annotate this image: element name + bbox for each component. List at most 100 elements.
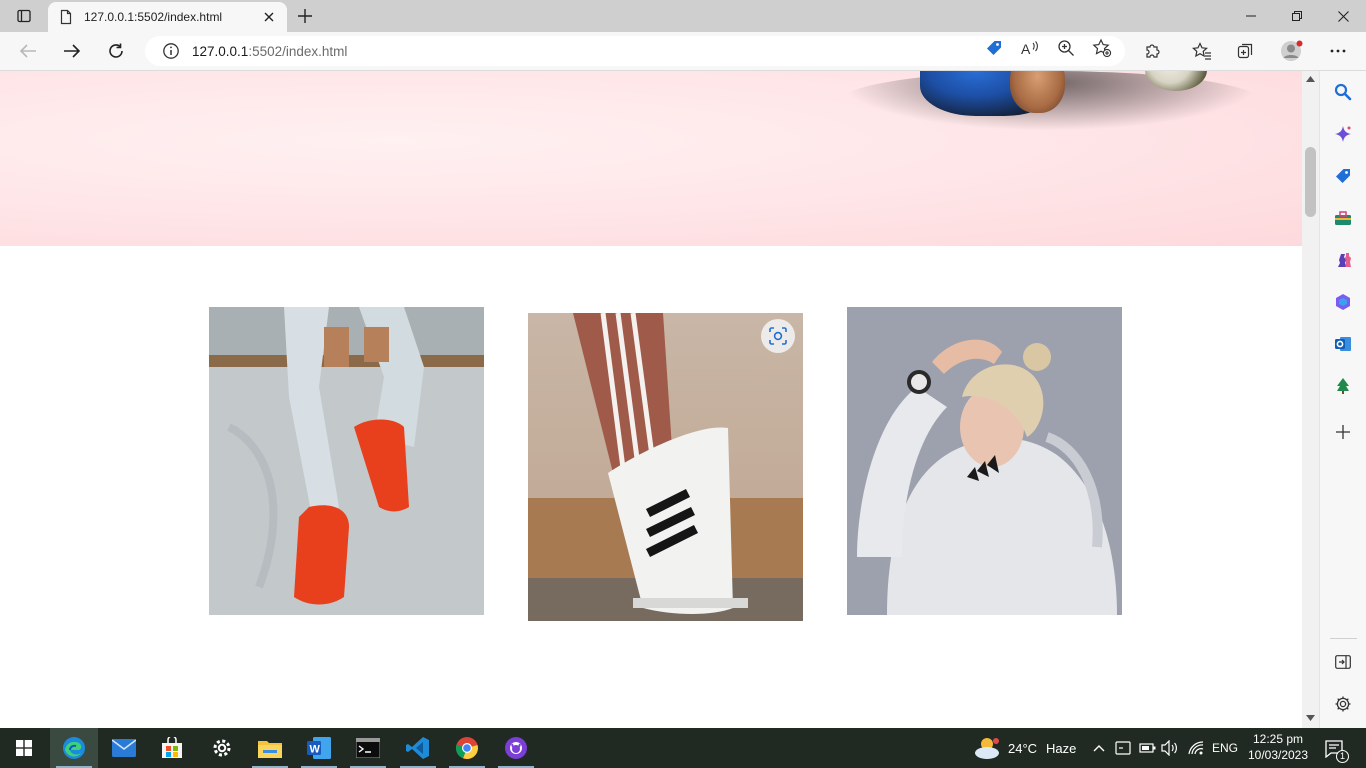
visual-search-icon — [769, 327, 787, 345]
taskbar-word[interactable]: W — [295, 728, 343, 768]
sidebar-games-button[interactable] — [1332, 249, 1354, 271]
volume-icon[interactable] — [1160, 738, 1180, 758]
profile-button[interactable] — [1276, 36, 1308, 66]
sidebar-tree-button[interactable] — [1332, 375, 1354, 397]
terminal-icon — [356, 738, 380, 758]
sidebar-settings-button[interactable] — [1332, 693, 1354, 715]
gallery-image-hoodie-woman — [847, 307, 1122, 615]
close-window-button[interactable] — [1320, 0, 1366, 32]
minimize-button[interactable] — [1228, 0, 1274, 32]
tab-title: 127.0.0.1:5502/index.html — [84, 10, 223, 24]
mail-icon — [112, 739, 136, 757]
read-aloud-icon[interactable]: A — [1020, 38, 1040, 58]
tab-close-icon[interactable] — [261, 9, 277, 25]
vscode-icon — [406, 737, 429, 759]
office-icon — [1336, 294, 1350, 310]
edge-sidebar — [1319, 71, 1366, 728]
windows-taskbar: W 24°C Haze ENG 12:25 pm 10/03/2023 1 — [0, 728, 1366, 768]
outlook-icon — [1335, 337, 1351, 351]
page-content — [0, 71, 1302, 728]
back-button[interactable] — [12, 36, 44, 66]
sidebar-search-button[interactable] — [1332, 81, 1354, 103]
svg-text:W: W — [310, 744, 321, 756]
edge-browser-icon — [63, 737, 85, 759]
sidebar-collapse-icon — [1335, 655, 1351, 669]
favorites-icon — [1192, 42, 1211, 60]
zoom-icon[interactable] — [1056, 38, 1076, 58]
minimize-icon — [1246, 15, 1256, 17]
back-arrow-icon — [19, 44, 36, 58]
sidebar-shopping-button[interactable] — [1332, 165, 1354, 187]
taskbar-edge[interactable] — [50, 728, 98, 768]
notifications-button[interactable]: 1 — [1323, 737, 1349, 763]
taskbar-mail[interactable] — [100, 728, 148, 768]
gallery-image-orange-sneakers — [209, 307, 484, 615]
taskbar-chrome[interactable] — [443, 728, 491, 768]
sidebar-hide-button[interactable] — [1332, 651, 1354, 673]
show-hidden-icons-button[interactable] — [1089, 738, 1109, 758]
browser-tab-active[interactable]: 127.0.0.1:5502/index.html — [48, 2, 287, 32]
forward-button[interactable] — [56, 36, 88, 66]
chrome-icon — [455, 737, 478, 760]
system-clock[interactable]: 12:25 pm 10/03/2023 — [1238, 731, 1318, 763]
taskbar-file-explorer[interactable] — [246, 728, 294, 768]
search-icon — [1334, 83, 1352, 101]
new-tab-button[interactable] — [292, 4, 318, 28]
restore-button[interactable] — [1274, 0, 1320, 32]
address-bar[interactable]: 127.0.0.1:5502/index.html — [145, 36, 1125, 66]
sidebar-discover-button[interactable] — [1332, 123, 1354, 145]
site-info-icon[interactable] — [162, 42, 180, 60]
weather-temp[interactable]: 24°C — [1008, 741, 1037, 756]
plus-icon — [298, 9, 312, 23]
collections-button[interactable] — [1230, 36, 1262, 66]
scrollbar-thumb[interactable] — [1305, 147, 1316, 217]
wifi-icon[interactable] — [1186, 738, 1206, 758]
weather-icon[interactable] — [974, 736, 1002, 760]
start-button[interactable] — [0, 728, 48, 768]
clock-date: 10/03/2023 — [1247, 748, 1309, 762]
gear-icon — [213, 739, 231, 757]
refresh-icon — [109, 43, 123, 58]
sidebar-add-button[interactable] — [1332, 421, 1354, 443]
taskbar-terminal[interactable] — [344, 728, 392, 768]
refresh-button[interactable] — [100, 36, 132, 66]
tray-app-icon[interactable] — [1113, 738, 1133, 758]
github-icon — [505, 737, 527, 759]
windows-logo-icon — [16, 740, 32, 756]
more-dots-icon — [1330, 49, 1346, 53]
sidebar-tools-button[interactable] — [1332, 207, 1354, 229]
url-host: 127.0.0.1 — [192, 43, 249, 59]
clock-time: 12:25 pm — [1252, 732, 1304, 746]
settings-more-button[interactable] — [1322, 36, 1354, 66]
puzzle-icon — [1146, 44, 1160, 58]
scroll-down-icon[interactable] — [1306, 715, 1315, 721]
forward-arrow-icon — [64, 44, 81, 58]
taskbar-store[interactable] — [148, 728, 196, 768]
plus-icon — [1336, 425, 1350, 439]
taskbar-github-desktop[interactable] — [492, 728, 540, 768]
title-bar: 127.0.0.1:5502/index.html — [0, 0, 1366, 32]
battery-icon[interactable] — [1137, 738, 1157, 758]
sparkle-icon — [1335, 126, 1351, 142]
shopping-tag-icon[interactable] — [984, 38, 1004, 58]
toolbox-icon — [1335, 211, 1351, 225]
sidebar-office-button[interactable] — [1332, 291, 1354, 313]
visual-search-button[interactable] — [761, 319, 795, 353]
page-icon — [60, 9, 72, 25]
chess-piece-icon — [1338, 253, 1351, 267]
extensions-button[interactable] — [1137, 36, 1169, 66]
url-text: 127.0.0.1:5502/index.html — [192, 44, 347, 59]
add-favorite-icon[interactable] — [1092, 38, 1112, 58]
taskbar-vscode[interactable] — [394, 728, 442, 768]
favorites-button[interactable] — [1186, 36, 1218, 66]
hero-section — [0, 71, 1302, 246]
tab-actions-button[interactable] — [0, 0, 48, 32]
taskbar-settings[interactable] — [198, 728, 246, 768]
avatar-icon — [1281, 40, 1303, 61]
word-icon: W — [307, 737, 331, 759]
page-scrollbar[interactable] — [1302, 71, 1319, 728]
scroll-up-icon[interactable] — [1306, 76, 1315, 82]
weather-condition[interactable]: Haze — [1046, 741, 1076, 756]
sidebar-outlook-button[interactable] — [1332, 333, 1354, 355]
language-indicator[interactable]: ENG — [1212, 741, 1238, 755]
